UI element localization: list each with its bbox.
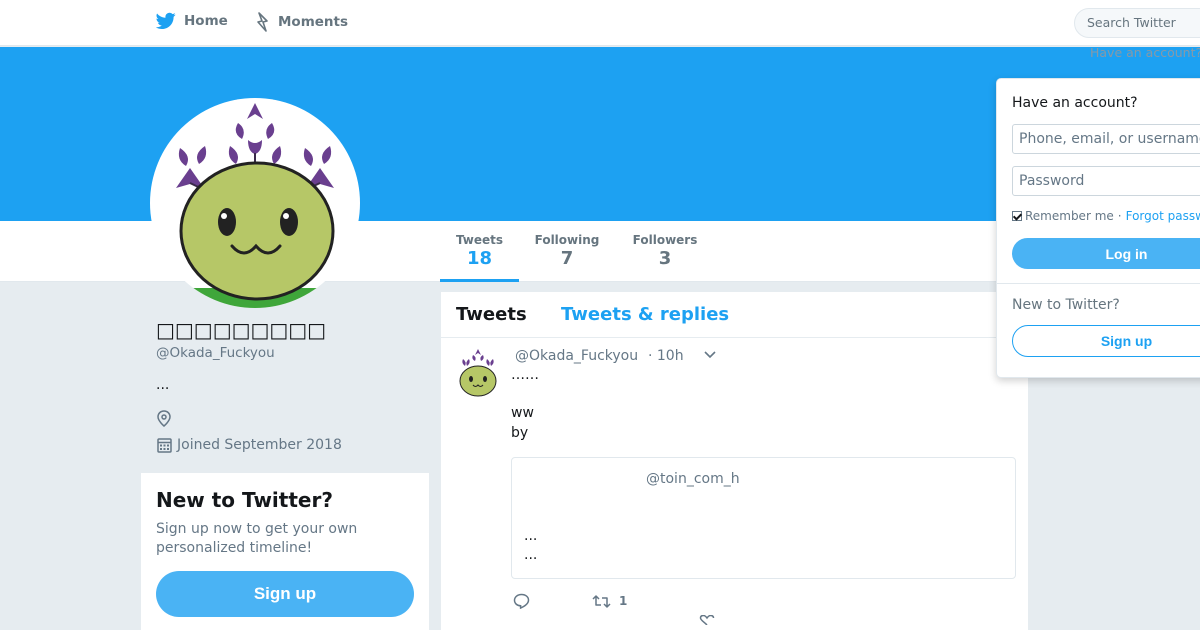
tweet-text-line: ……: [511, 367, 539, 383]
nav-home-label: Home: [184, 13, 228, 29]
profile-avatar[interactable]: [150, 98, 360, 308]
signup-card-text: Sign up now to get your own personalized…: [156, 521, 358, 556]
login-title: Have an account?: [1012, 95, 1138, 111]
login-dropdown: Have an account? Remember me · Forgot pa…: [996, 78, 1200, 378]
tweet-text-line: ww: [511, 405, 534, 421]
nav-home[interactable]: Home: [156, 12, 228, 30]
username-input[interactable]: [1012, 124, 1200, 154]
heart-icon[interactable]: [699, 615, 715, 625]
nav-moments-label: Moments: [278, 14, 349, 30]
stat-tweets[interactable]: Tweets 18: [440, 233, 519, 282]
remember-me-row: Remember me · Forgot password?: [1012, 209, 1200, 223]
chevron-down-icon[interactable]: [703, 350, 717, 360]
lightning-icon: [257, 12, 268, 32]
top-nav: Home Moments Search Twitter: [0, 0, 1200, 46]
timeline: Tweets Tweets & replies @Okada_Fuckyou ·…: [441, 292, 1028, 630]
profile-bio: ...: [156, 377, 170, 393]
twitter-bird-icon: [156, 12, 176, 30]
new-to-twitter-label: New to Twitter?: [1012, 297, 1120, 313]
separator-dot: ·: [1117, 209, 1122, 223]
tweet-text-line: by: [511, 425, 529, 441]
signup-card-title: New to Twitter?: [156, 488, 333, 512]
calendar-icon: [157, 438, 172, 453]
mascot-avatar-image: [150, 103, 360, 308]
quoted-tweet-line: ...: [524, 547, 538, 563]
tab-tweets[interactable]: Tweets: [456, 304, 527, 325]
tweet-actions: 1: [513, 593, 627, 609]
password-input[interactable]: [1012, 166, 1200, 196]
have-account-link[interactable]: Have an account?: [1090, 45, 1200, 60]
login-divider: [997, 283, 1200, 284]
tab-tweets-and-replies[interactable]: Tweets & replies: [561, 304, 729, 325]
timeline-tabs: Tweets Tweets & replies: [441, 292, 1028, 338]
reply-button[interactable]: [513, 593, 530, 609]
tweet[interactable]: @Okada_Fuckyou · 10h …… ww by @toin_com_…: [441, 339, 1028, 629]
quoted-tweet-handle: @toin_com_h: [646, 471, 740, 487]
retweet-button[interactable]: 1: [592, 594, 627, 609]
nav-moments[interactable]: Moments: [256, 12, 348, 32]
tweet-avatar[interactable]: [457, 349, 499, 397]
stat-following[interactable]: Following 7: [530, 233, 604, 269]
reply-icon: [513, 593, 530, 609]
stat-following-value: 7: [560, 248, 574, 269]
profile-joined: Joined September 2018: [157, 437, 342, 453]
tweet-author-handle[interactable]: @Okada_Fuckyou: [515, 348, 638, 364]
profile-joined-text: Joined September 2018: [177, 437, 342, 453]
retweet-icon: [592, 594, 611, 608]
search-input[interactable]: Search Twitter: [1074, 8, 1200, 38]
profile-handle[interactable]: @Okada_Fuckyou: [156, 345, 275, 361]
stat-followers[interactable]: Followers 3: [628, 233, 702, 269]
profile-display-name: □□□□□□□□□: [156, 318, 327, 342]
login-signup-button[interactable]: Sign up: [1012, 325, 1200, 357]
login-button[interactable]: Log in: [1012, 238, 1200, 269]
stat-tweets-label: Tweets: [455, 233, 504, 247]
signup-card-button[interactable]: Sign up: [156, 571, 414, 617]
quoted-tweet[interactable]: @toin_com_h ... ...: [511, 457, 1016, 579]
stat-followers-value: 3: [658, 248, 672, 269]
quoted-tweet-line: ...: [524, 528, 538, 544]
forgot-password-link[interactable]: Forgot password?: [1126, 209, 1200, 223]
tweet-timestamp[interactable]: · 10h: [648, 348, 684, 364]
stat-followers-label: Followers: [632, 233, 698, 247]
retweet-count: 1: [619, 594, 628, 608]
stat-following-label: Following: [534, 233, 600, 247]
remember-me-checkbox[interactable]: [1012, 211, 1022, 221]
location-pin-icon: [157, 410, 171, 427]
stat-tweets-value: 18: [466, 248, 493, 269]
signup-card: New to Twitter? Sign up now to get your …: [141, 473, 429, 630]
remember-me-label: Remember me: [1025, 209, 1114, 223]
